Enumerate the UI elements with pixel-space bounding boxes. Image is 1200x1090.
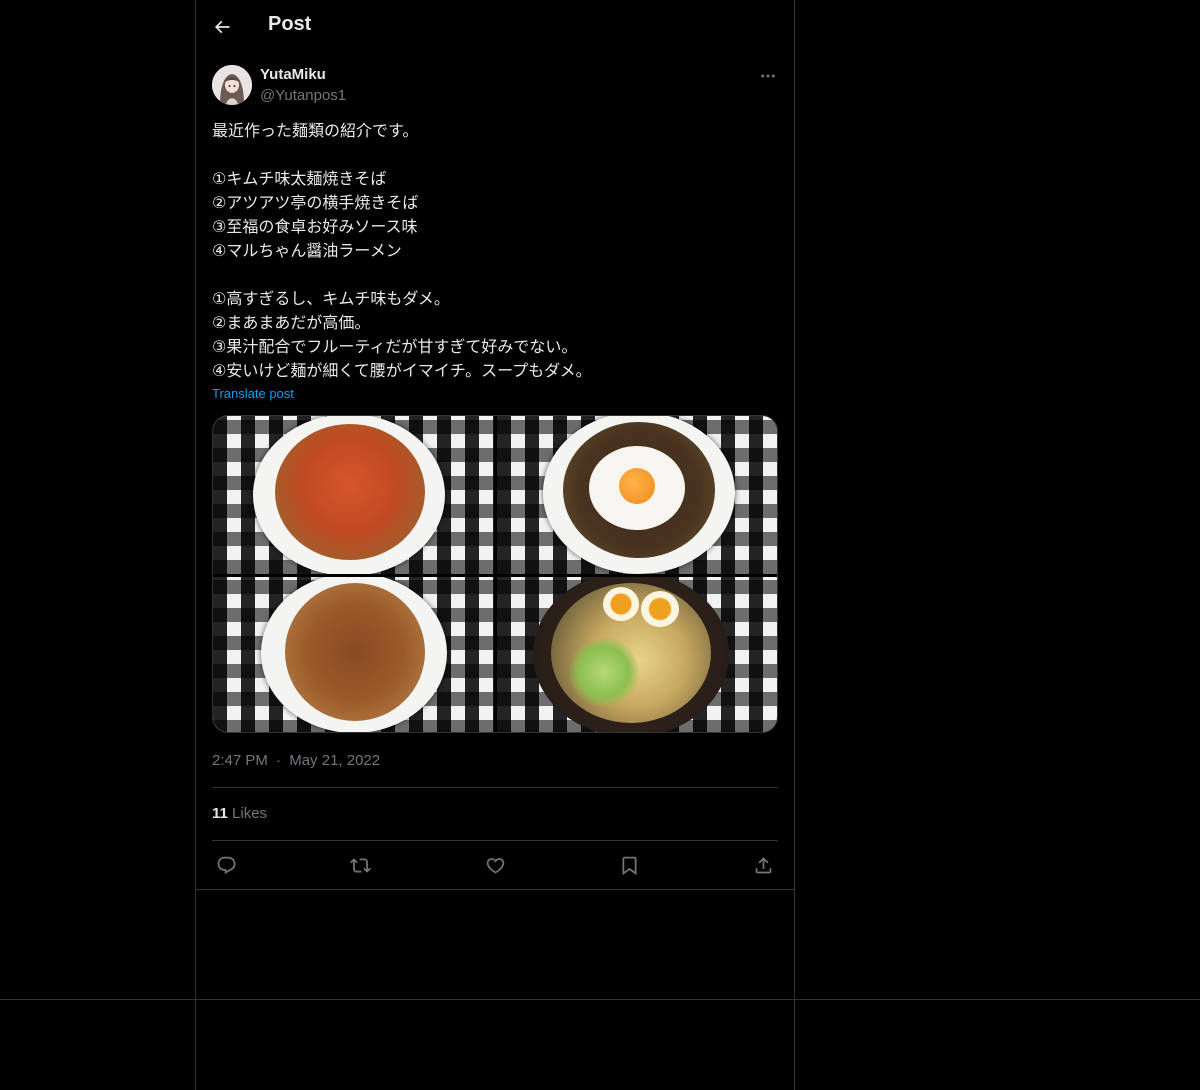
heart-icon [486, 857, 504, 874]
likes-label: Likes [232, 805, 268, 822]
tweet-line: ④マルちゃん醤油ラーメン [212, 241, 402, 260]
arrow-left-icon [214, 20, 230, 34]
post-time: 2:47 PM [212, 752, 268, 769]
post-date: May 21, 2022 [289, 752, 381, 769]
bookmark-icon [622, 856, 636, 875]
photo-3[interactable] [213, 577, 494, 732]
retweet-icon [349, 857, 371, 873]
tweet-line: ①高すぎるし、キムチ味もダメ。 [212, 289, 450, 308]
more-options-button[interactable] [758, 66, 778, 86]
retweet-button[interactable] [346, 851, 374, 879]
tweet-text: 最近作った麺類の紹介です。 ①キムチ味太麺焼きそば ②アツアツ亭の横手焼きそば … [212, 119, 778, 383]
photo-1[interactable] [213, 416, 494, 574]
bookmark-button[interactable] [615, 851, 643, 879]
egg-yolk [619, 468, 655, 504]
tweet-line: ③至福の食卓お好みソース味 [212, 217, 418, 236]
back-button[interactable] [208, 13, 236, 41]
media-grid [212, 415, 778, 733]
tweet-line: 最近作った麺類の紹介です。 [212, 121, 419, 140]
page-title: Post [268, 13, 312, 35]
tweet-line: ①キムチ味太麺焼きそば [212, 169, 387, 188]
egg-half [603, 587, 639, 621]
likes-stat[interactable]: 11 Likes [212, 805, 267, 822]
right-column-border [794, 0, 795, 1090]
reply-icon [217, 856, 235, 874]
tweet-line: ④安いけど麺が細くて腰がイマイチ。スープもダメ。 [212, 361, 592, 380]
post-header: Post [196, 0, 794, 53]
noodles [275, 424, 425, 560]
user-handle[interactable]: @Yutanpos1 [260, 87, 346, 104]
tweet-line: ②まあまあだが高価。 [212, 313, 371, 332]
egg-half [641, 591, 679, 627]
share-icon [755, 856, 771, 873]
tweet-line [212, 143, 778, 167]
user-display-name[interactable]: YutaMiku [260, 66, 326, 83]
action-bar [212, 851, 778, 879]
avatar[interactable] [212, 65, 252, 105]
like-button[interactable] [481, 851, 509, 879]
noodles [285, 583, 425, 721]
divider [212, 787, 778, 788]
reply-button[interactable] [212, 851, 240, 879]
translate-post-link[interactable]: Translate post [212, 386, 294, 401]
more-horizontal-icon [761, 74, 775, 78]
divider [212, 840, 778, 841]
tweet-line: ③果汁配合でフルーティだが甘すぎて好みでない。 [212, 337, 578, 356]
post-timestamp[interactable]: 2:47 PM · May 21, 2022 [212, 752, 380, 769]
photo-2[interactable] [497, 416, 777, 574]
likes-count: 11 [212, 805, 228, 822]
bottom-divider [0, 999, 1200, 1000]
post-column: Post YutaMiku @Yutanpos1 最近作った麺類の紹介です。 ①… [196, 0, 794, 890]
photo-4[interactable] [497, 577, 777, 732]
share-button[interactable] [749, 851, 777, 879]
tweet-line: ②アツアツ亭の横手焼きそば [212, 193, 419, 212]
green-onion [569, 637, 639, 707]
tweet-line [212, 263, 778, 287]
timestamp-separator: · [276, 752, 282, 769]
